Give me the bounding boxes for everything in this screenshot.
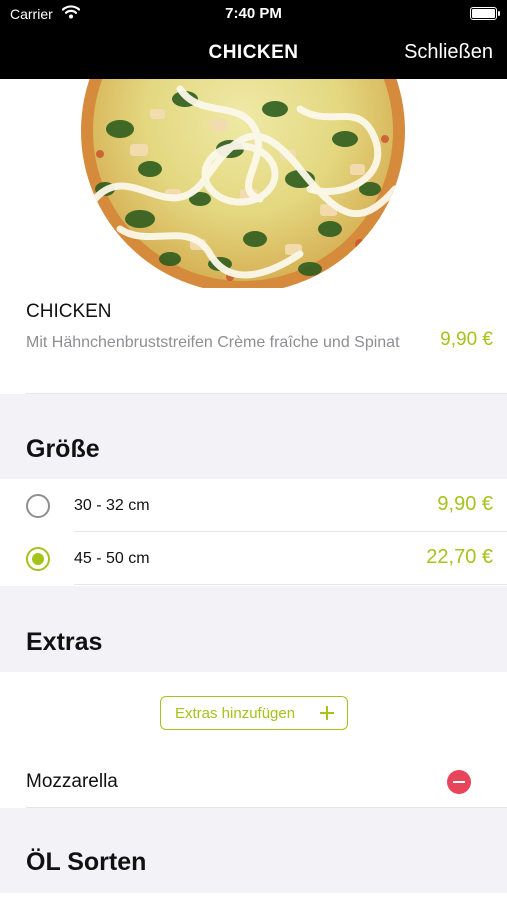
status-bar: Carrier 7:40 PM [0,0,507,28]
size-option-label: 45 - 50 cm [74,550,150,567]
remove-icon[interactable] [447,770,471,794]
product-description: Mit Hähnchenbruststreifen Crème fraîche … [26,334,400,351]
size-option-price: 22,70 € [426,546,493,568]
section-header-extras: Extras [0,586,507,672]
product-image [0,79,507,288]
battery-icon [470,7,500,20]
extra-item-mozzarella: Mozzarella [0,756,507,808]
extra-item-label: Mozzarella [26,771,118,792]
size-options: 30 - 32 cm 9,90 € 45 - 50 cm 22,70 € [0,479,507,586]
plus-icon [320,706,334,720]
nav-bar: CHICKEN Schließen [0,28,507,79]
radio-icon[interactable] [26,494,50,518]
section-title-oil: ÖL Sorten [26,848,147,876]
status-time: 7:40 PM [225,5,282,22]
extras-section: Extras hinzufügen Mozzarella [0,672,507,808]
size-option-label: 30 - 32 cm [74,497,150,514]
product-info: CHICKEN Mit Hähnchenbruststreifen Crème … [0,288,507,394]
section-header-size: Größe [0,394,507,479]
add-extras-button[interactable]: Extras hinzufügen [160,696,348,730]
section-title-extras: Extras [26,628,103,656]
section-header-oil: ÖL Sorten [0,808,507,893]
product-name: CHICKEN [26,301,112,322]
list-continuation [0,893,507,900]
product-price: 9,90 € [440,329,493,350]
size-option-30-32[interactable]: 30 - 32 cm 9,90 € [0,479,507,532]
size-option-price: 9,90 € [437,493,493,515]
size-option-45-50[interactable]: 45 - 50 cm 22,70 € [0,532,507,585]
add-extras-label: Extras hinzufügen [175,705,296,722]
section-title-size: Größe [26,435,100,463]
radio-selected-icon[interactable] [26,547,50,571]
close-button[interactable]: Schließen [404,41,493,64]
divider [74,584,507,585]
